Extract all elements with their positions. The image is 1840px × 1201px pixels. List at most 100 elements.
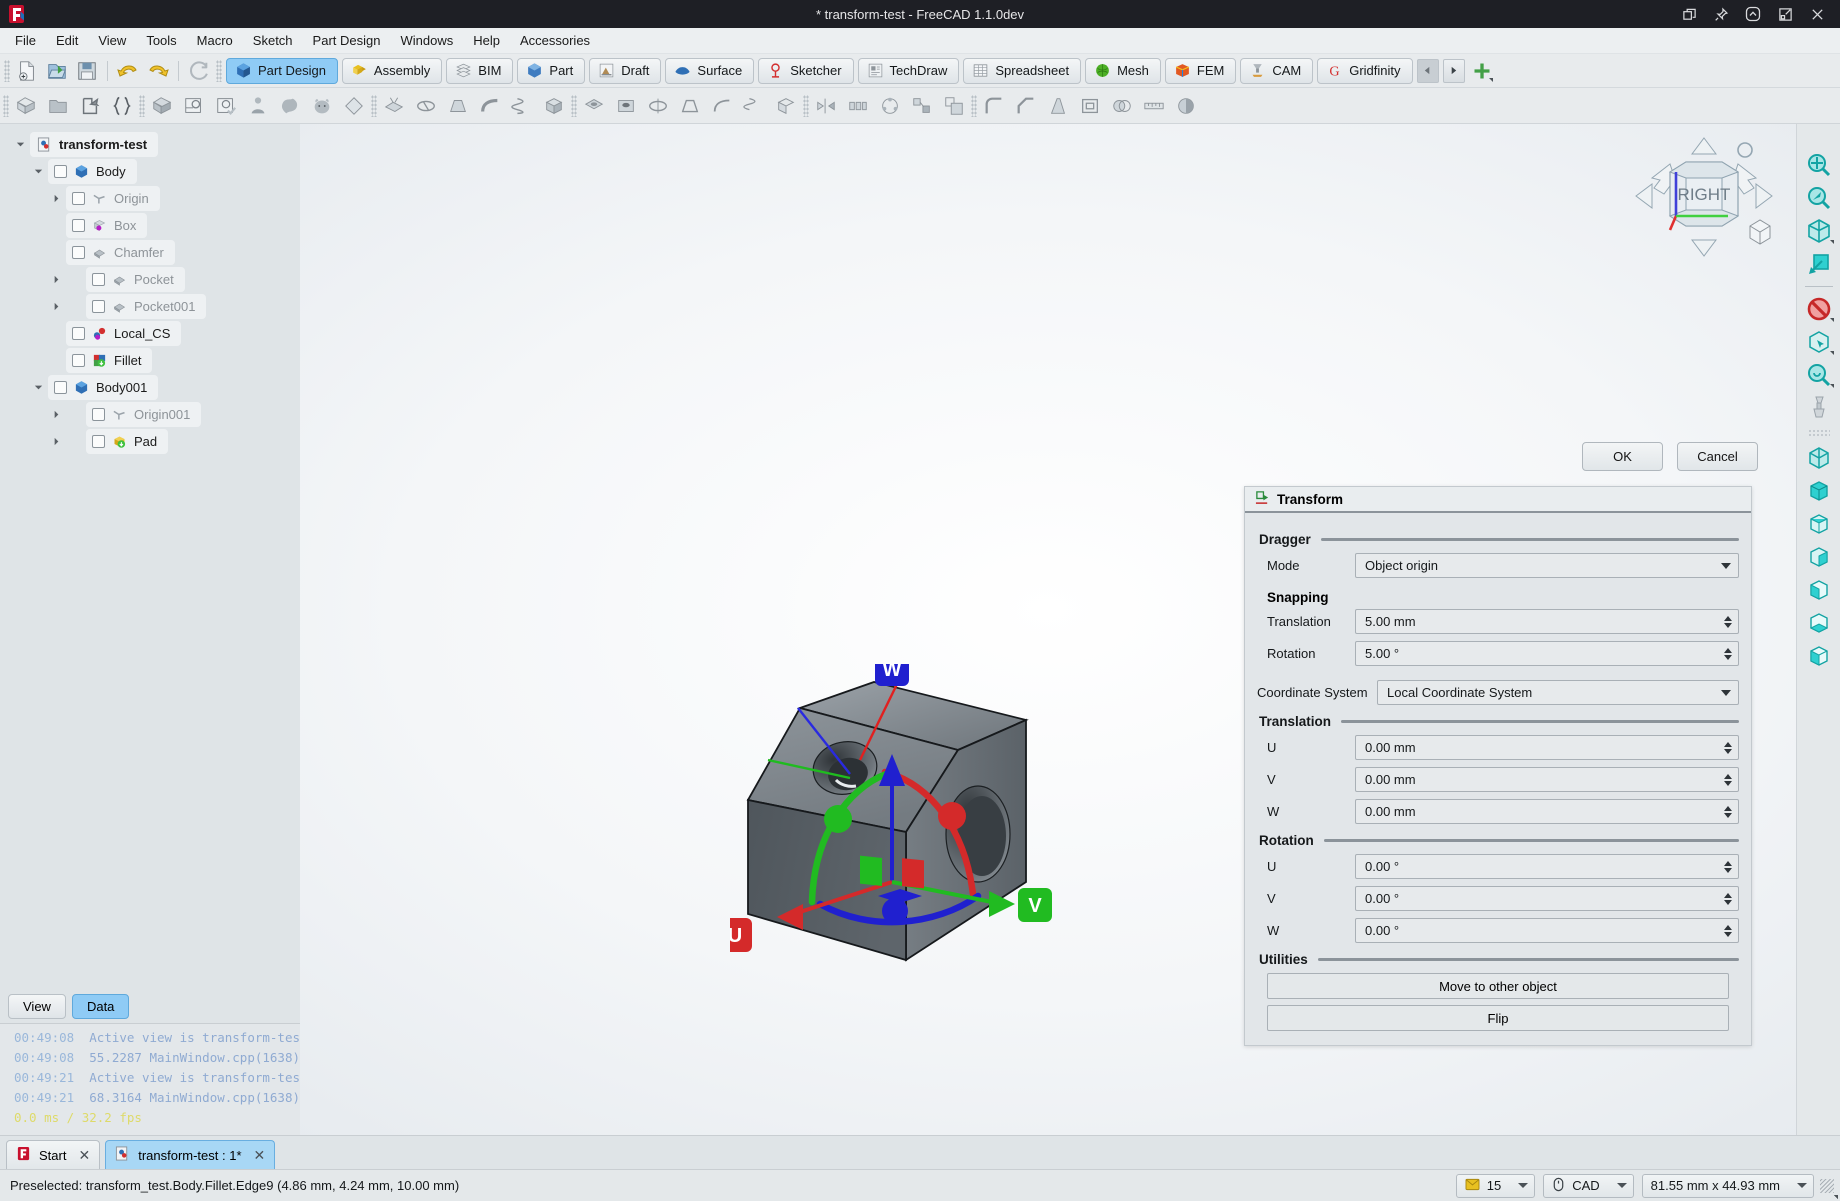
export-icon[interactable] [75, 91, 1838, 1199]
collapse-icon[interactable] [1744, 5, 1762, 23]
workbench-tab-sketcher[interactable]: Sketcher [758, 57, 854, 84]
pocket-icon[interactable] [579, 91, 609, 121]
macro-braces-icon[interactable] [107, 91, 137, 121]
menu-windows[interactable]: Windows [391, 30, 462, 51]
tree-item-box[interactable]: Box [0, 213, 300, 238]
draft-angle-icon[interactable] [1043, 91, 1073, 121]
menu-macro[interactable]: Macro [188, 30, 242, 51]
tree-item-checkbox[interactable] [92, 408, 105, 421]
chamfer-icon[interactable] [1011, 91, 1041, 121]
save-document-icon[interactable] [74, 58, 100, 84]
menu-view[interactable]: View [89, 30, 135, 51]
flip-button[interactable]: Flip [1267, 1005, 1729, 1031]
linear-pattern-icon[interactable] [843, 91, 873, 121]
axonometric-view-icon[interactable] [1802, 443, 1836, 473]
isometric-view-icon[interactable] [1802, 216, 1836, 246]
dimension-display[interactable]: 81.55 mm x 44.93 mm [1641, 1173, 1814, 1198]
menu-edit[interactable]: Edit [47, 30, 87, 51]
workbench-tab-fem[interactable]: FEM [1164, 57, 1237, 84]
bottom-view-icon[interactable] [1802, 608, 1836, 638]
tree-item-checkbox[interactable] [92, 435, 105, 448]
navigation-style-selector[interactable]: CAD [1543, 1173, 1634, 1198]
workbench-tab-gridfinity[interactable]: G Gridfinity [1317, 57, 1413, 84]
move-to-other-object-button[interactable]: Move to other object [1267, 973, 1729, 999]
add-workbench-icon[interactable] [1469, 58, 1495, 84]
mode-select[interactable]: Object origin [1355, 553, 1739, 578]
open-document-icon[interactable] [44, 58, 70, 84]
workbench-scroll-left-button[interactable] [1416, 58, 1439, 83]
pin-icon[interactable] [1712, 5, 1730, 23]
unit-system-selector[interactable]: 15 [1455, 1173, 1536, 1198]
additive-box-icon[interactable] [539, 91, 1838, 1199]
spinner-buttons[interactable] [1721, 860, 1734, 873]
left-view-icon[interactable] [1802, 641, 1836, 671]
chevron-right-icon[interactable] [46, 274, 66, 285]
snapping-rotation-input[interactable]: 5.00 ° [1355, 641, 1739, 666]
workbench-tab-bim[interactable]: BIM [446, 57, 514, 84]
chevron-down-icon[interactable] [1518, 1183, 1529, 1188]
chevron-down-icon[interactable] [10, 139, 30, 150]
tool2-drag-handle-2[interactable] [139, 94, 145, 117]
spinner-buttons[interactable] [1721, 615, 1734, 628]
workbench-tab-part-design[interactable]: Part Design [226, 57, 338, 84]
tree-item-checkbox[interactable] [54, 381, 67, 394]
attachment-icon[interactable] [243, 91, 273, 121]
menu-sketch[interactable]: Sketch [244, 30, 302, 51]
fit-selection-icon[interactable] [1802, 183, 1836, 213]
undo-icon[interactable] [115, 58, 141, 84]
tool2-drag-handle-1[interactable] [3, 94, 9, 117]
redo-icon[interactable] [145, 58, 171, 84]
spinner-buttons[interactable] [1721, 892, 1734, 905]
measure-icon[interactable] [1802, 393, 1836, 423]
shape-binder-icon[interactable] [275, 91, 305, 121]
snapping-translation-input[interactable]: 5.00 mm [1355, 609, 1739, 634]
scaled-icon[interactable] [939, 91, 969, 121]
tree-item-checkbox[interactable] [92, 273, 105, 286]
create-sketch-solid-icon[interactable] [147, 91, 177, 121]
cancel-button[interactable]: Cancel [1677, 442, 1758, 471]
chevron-right-icon[interactable] [46, 193, 66, 204]
subtractive-box-icon[interactable] [771, 91, 1838, 1199]
close-icon[interactable]: ✕ [78, 1147, 90, 1164]
workbench-tab-draft[interactable]: Draft [589, 57, 662, 84]
menu-file[interactable]: File [6, 30, 45, 51]
translation-w-input[interactable]: 0.00 mm [1355, 799, 1739, 824]
spinner-buttons[interactable] [1721, 924, 1734, 937]
subtractive-loft-icon[interactable] [675, 91, 705, 121]
rotation-u-input[interactable]: 0.00 ° [1355, 854, 1739, 879]
create-group-icon[interactable] [43, 91, 73, 121]
thickness-icon[interactable] [1075, 91, 1105, 121]
tree-item-pocket[interactable]: Pocket [0, 267, 300, 292]
tree-item-checkbox[interactable] [72, 192, 85, 205]
zoom-icon[interactable] [1802, 360, 1836, 390]
workbench-tab-cam[interactable]: CAM [1240, 57, 1314, 84]
close-icon[interactable] [1808, 5, 1826, 23]
restore-icon[interactable] [1776, 5, 1794, 23]
selection-view-icon[interactable] [1802, 327, 1836, 357]
chevron-down-icon[interactable] [28, 166, 48, 177]
tree-item-checkbox[interactable] [72, 219, 85, 232]
duplicate-icon[interactable] [1680, 5, 1698, 23]
navigation-cube[interactable]: RIGHT [1624, 130, 1784, 262]
datum-plane-icon[interactable] [339, 91, 1838, 1199]
tree-item-local-cs[interactable]: Local_CS [0, 321, 300, 346]
tool2-drag-handle-5[interactable] [803, 94, 809, 117]
additive-helix-icon[interactable] [507, 91, 537, 121]
chevron-down-icon[interactable] [1718, 689, 1734, 696]
workbench-tab-surface[interactable]: Surface [665, 57, 755, 84]
tree-item-origin[interactable]: Origin [0, 186, 300, 211]
workbench-tab-part[interactable]: Part [517, 57, 586, 84]
translation-v-input[interactable]: 0.00 mm [1355, 767, 1739, 792]
close-icon[interactable]: ✕ [254, 1147, 266, 1164]
tree-item-pad[interactable]: Pad [0, 429, 300, 454]
new-document-icon[interactable] [14, 58, 40, 84]
chevron-down-icon[interactable] [1718, 562, 1734, 569]
spinner-buttons[interactable] [1721, 647, 1734, 660]
tool2-drag-handle-4[interactable] [571, 94, 577, 117]
front-view-icon[interactable] [1802, 476, 1836, 506]
no-draw-style-icon[interactable] [1802, 294, 1836, 324]
workbench-scroll-right-button[interactable] [1442, 58, 1465, 83]
chevron-right-icon[interactable] [46, 436, 66, 447]
menu-help[interactable]: Help [464, 30, 509, 51]
tree-item-origin001[interactable]: Origin001 [0, 402, 300, 427]
